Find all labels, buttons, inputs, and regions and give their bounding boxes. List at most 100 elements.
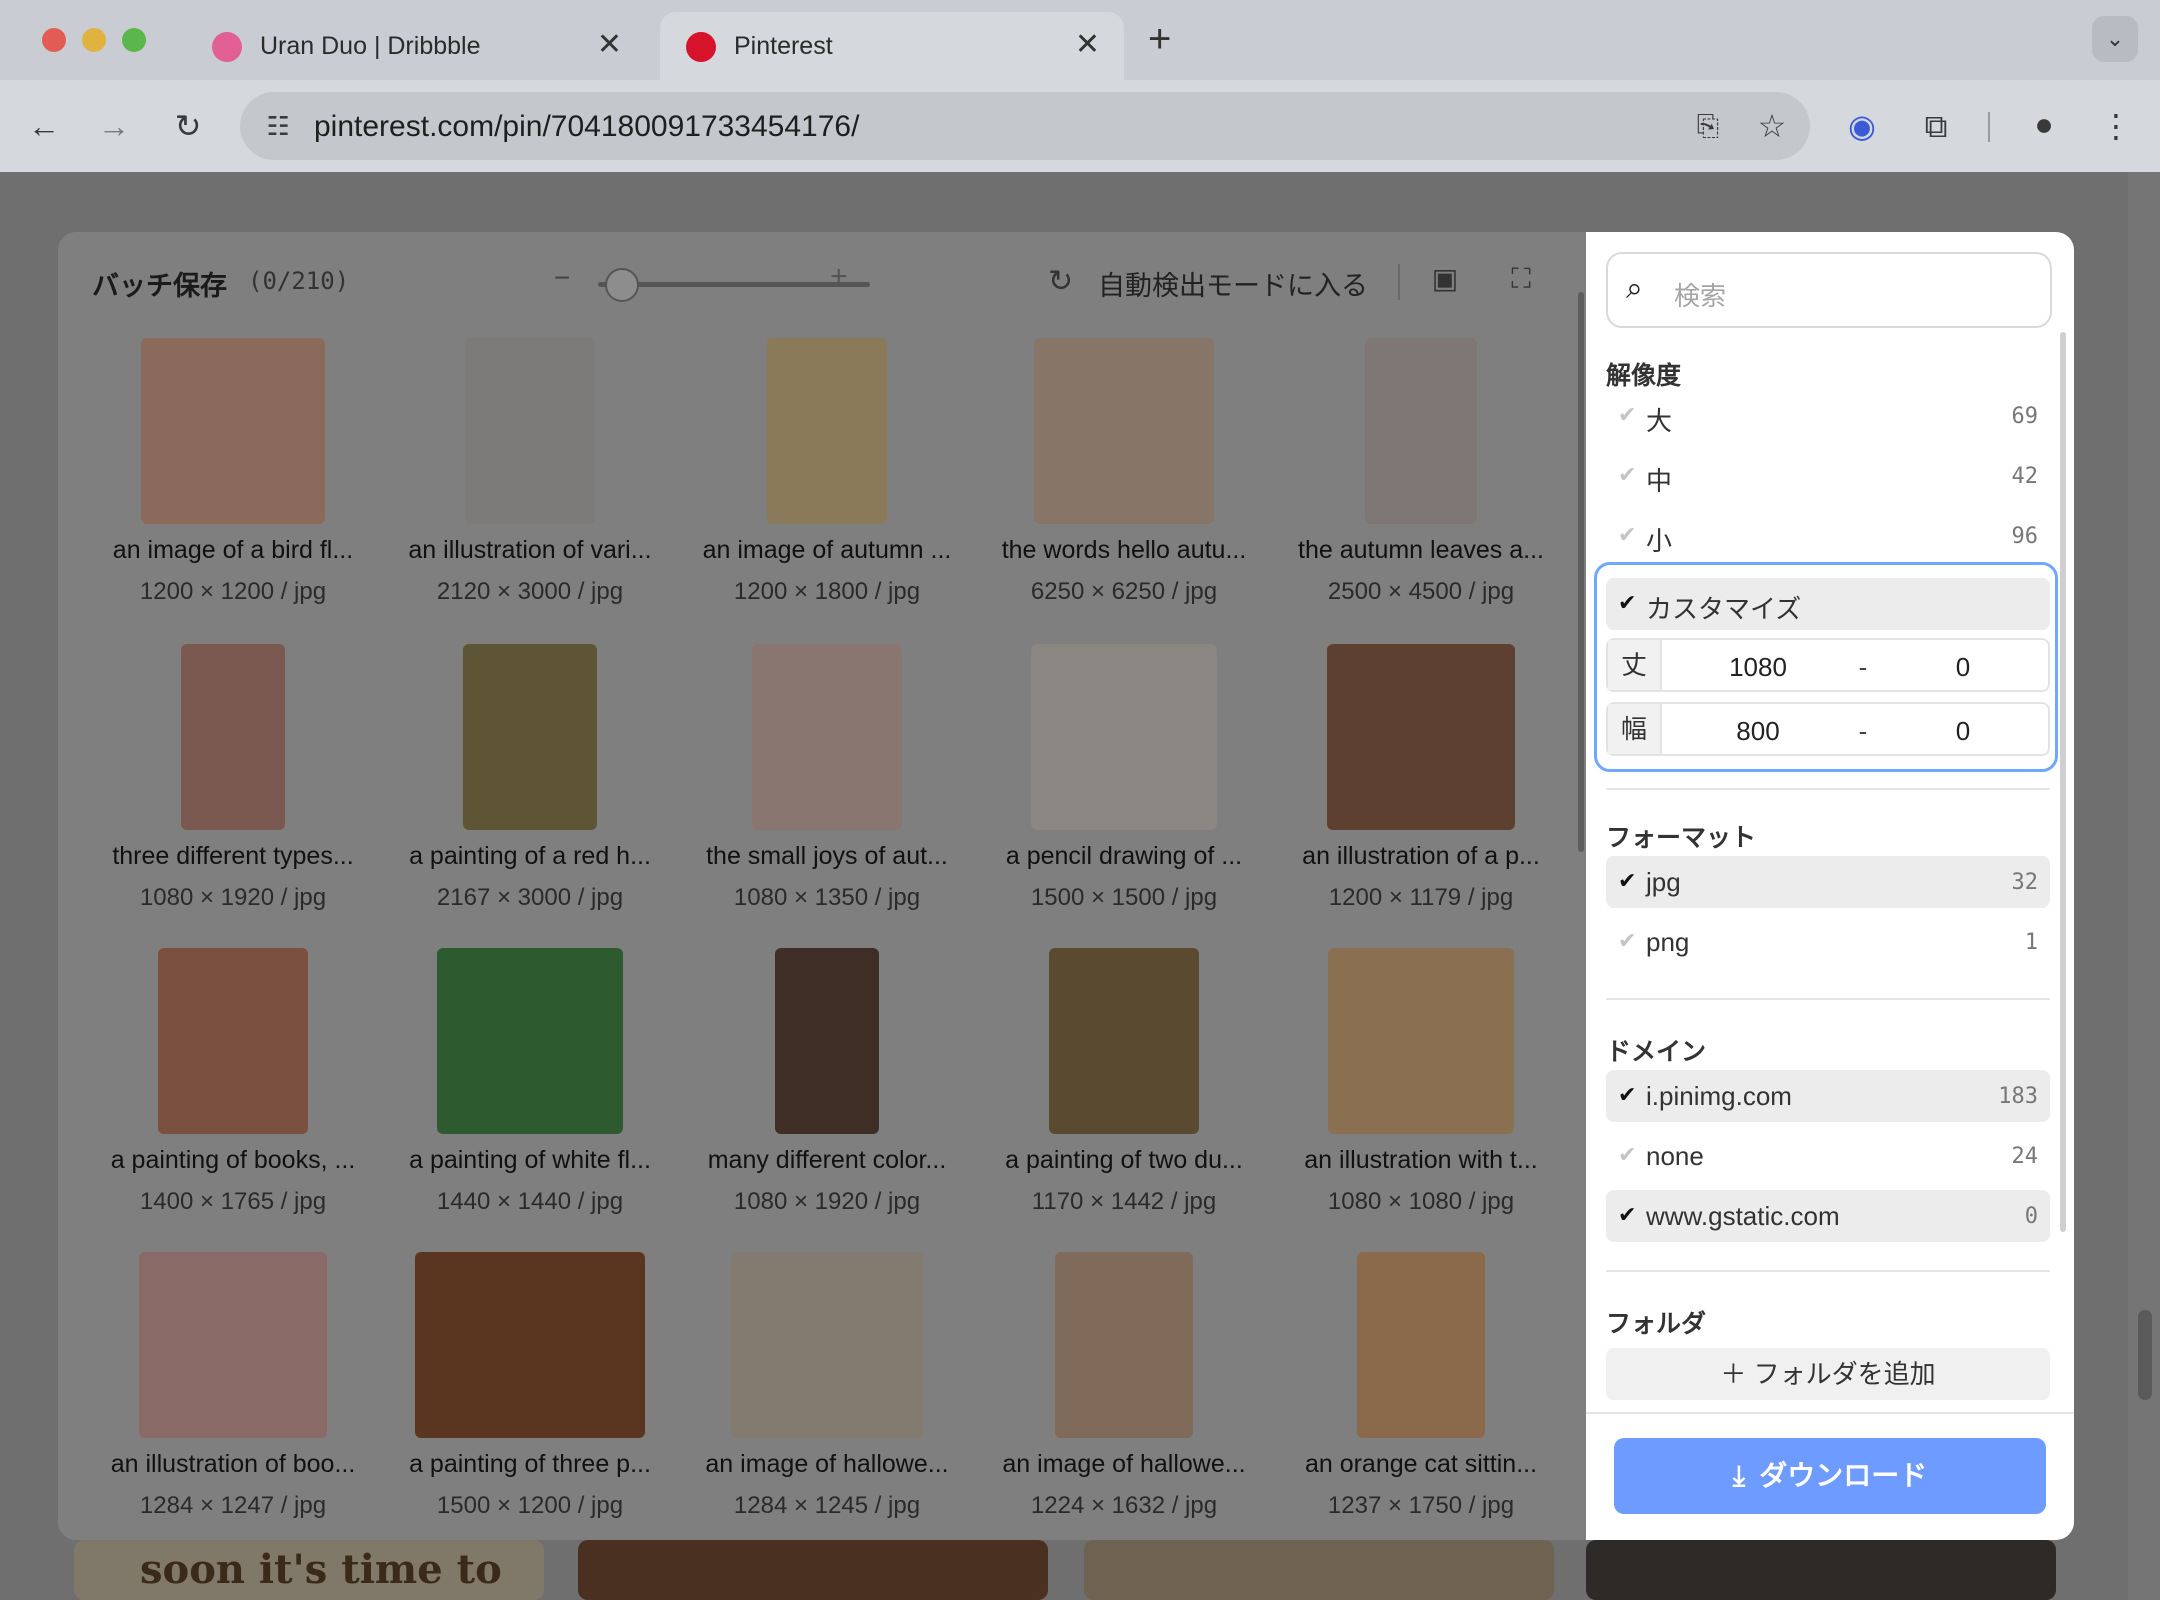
grid-item[interactable]: the small joys of aut... 1080 × 1350 / jp… xyxy=(682,644,972,944)
image-thumbnail[interactable] xyxy=(139,1252,327,1438)
image-thumbnail[interactable] xyxy=(415,1252,645,1438)
grid-item[interactable]: the autumn leaves a... 2500 × 4500 / jpg xyxy=(1276,338,1566,638)
reload-icon[interactable]: ↻ xyxy=(166,106,210,146)
image-caption: three different types... xyxy=(112,842,354,870)
pinterest-icon xyxy=(686,32,716,62)
image-caption: an illustration with t... xyxy=(1304,1146,1538,1174)
extensions-puzzle-icon[interactable]: ⧉ xyxy=(1914,106,1958,146)
grid-item[interactable]: an illustration with t... 1080 × 1080 / j… xyxy=(1276,948,1566,1248)
extension-globe-icon[interactable]: ◉ xyxy=(1840,106,1884,146)
domain-option-none[interactable]: ✔ none 24 xyxy=(1606,1130,2050,1182)
grid-item[interactable]: an orange cat sittin... 1237 × 1750 / jpg xyxy=(1276,1252,1566,1540)
new-tab-button[interactable]: + xyxy=(1148,18,1171,60)
auto-detect-mode-button[interactable]: 自動検出モードに入る xyxy=(1098,264,1368,303)
resolution-option-large[interactable]: ✔ 大 69 xyxy=(1606,390,2050,442)
option-count: 0 xyxy=(2024,1204,2038,1229)
grid-item[interactable]: the words hello autu... 6250 × 6250 / jpg xyxy=(979,338,1269,638)
site-settings-icon[interactable]: ☷ xyxy=(256,106,300,146)
grid-item[interactable]: many different color... 1080 × 1920 / jpg xyxy=(682,948,972,1248)
capture-region-icon[interactable]: ⛶ xyxy=(1504,262,1538,296)
tab-dribbble[interactable]: Uran Duo | Dribbble ✕ xyxy=(186,12,646,80)
height-min-input[interactable]: 1080 xyxy=(1668,652,1848,683)
format-option-png[interactable]: ✔ png 1 xyxy=(1606,916,2050,968)
image-thumbnail[interactable] xyxy=(1031,644,1217,830)
image-thumbnail[interactable] xyxy=(1357,1252,1485,1438)
close-tab-icon[interactable]: ✕ xyxy=(1075,28,1100,62)
download-button[interactable]: ⤓ ダウンロード xyxy=(1614,1438,2046,1514)
grid-item[interactable]: an image of autumn ... 1200 × 1800 / jpg xyxy=(682,338,972,638)
image-thumbnail[interactable] xyxy=(181,644,285,830)
grid-item[interactable]: a painting of two du... 1170 × 1442 / jpg xyxy=(979,948,1269,1248)
image-thumbnail[interactable] xyxy=(1327,644,1515,830)
search-input[interactable]: ⌕ 検索 xyxy=(1606,252,2052,328)
slider-handle[interactable] xyxy=(604,268,639,302)
grid-item[interactable]: an illustration of boo... 1284 × 1247 / j… xyxy=(88,1252,378,1540)
check-icon: ✔ xyxy=(1618,1142,1637,1167)
grid-item[interactable]: an image of hallowe... 1224 × 1632 / jpg xyxy=(979,1252,1269,1540)
page-scrollbar-thumb[interactable] xyxy=(2138,1310,2152,1400)
search-icon: ⌕ xyxy=(1626,272,1643,305)
header-divider xyxy=(1398,264,1400,300)
grid-item[interactable]: a painting of three p... 1500 × 1200 / jp… xyxy=(385,1252,675,1540)
zoom-in-icon[interactable]: + xyxy=(830,260,848,294)
format-option-jpg[interactable]: ✔ jpg 32 xyxy=(1606,856,2050,908)
image-thumbnail[interactable] xyxy=(731,1252,923,1438)
background-pin-card xyxy=(1084,1540,1554,1600)
select-all-square-icon[interactable]: ▣ xyxy=(1428,262,1462,296)
image-thumbnail[interactable] xyxy=(437,948,623,1134)
image-thumbnail[interactable] xyxy=(767,338,887,524)
image-caption: a painting of white fl... xyxy=(409,1146,651,1174)
resolution-option-medium[interactable]: ✔ 中 42 xyxy=(1606,450,2050,502)
folder-section-title: フォルダ xyxy=(1606,1310,1707,1338)
grid-item[interactable]: an illustration of vari... 2120 × 3000 / … xyxy=(385,338,675,638)
tab-pinterest[interactable]: Pinterest ✕ xyxy=(660,12,1124,80)
resolution-option-small[interactable]: ✔ 小 96 xyxy=(1606,510,2050,562)
image-thumbnail[interactable] xyxy=(158,948,308,1134)
grid-item[interactable]: a painting of a red h... 2167 × 3000 / jp… xyxy=(385,644,675,944)
profile-avatar-icon[interactable]: ● xyxy=(2022,104,2066,144)
width-min-input[interactable]: 800 xyxy=(1668,716,1848,747)
image-thumbnail[interactable] xyxy=(752,644,902,830)
address-bar[interactable]: ☷ pinterest.com/pin/704180091733454176/ … xyxy=(240,92,1810,160)
image-thumbnail[interactable] xyxy=(1328,948,1514,1134)
back-arrow-icon[interactable]: ← xyxy=(22,106,66,146)
bookmark-star-icon[interactable]: ☆ xyxy=(1750,106,1794,146)
domain-option-gstatic[interactable]: ✔ www.gstatic.com 0 xyxy=(1606,1190,2050,1242)
close-tab-icon[interactable]: ✕ xyxy=(597,28,622,62)
grid-item[interactable]: a painting of books, ... 1400 × 1765 / jp… xyxy=(88,948,378,1248)
forward-arrow-icon[interactable]: → xyxy=(92,106,136,146)
grid-item[interactable]: an image of a bird fl... 1200 × 1200 / jp… xyxy=(88,338,378,638)
tab-search-chevron-icon[interactable]: ⌄ xyxy=(2092,16,2138,62)
minimize-window-button[interactable] xyxy=(82,28,106,52)
grid-item[interactable]: an illustration of a p... 1200 × 1179 / j… xyxy=(1276,644,1566,944)
domain-option-pinimg[interactable]: ✔ i.pinimg.com 183 xyxy=(1606,1070,2050,1122)
image-thumbnail[interactable] xyxy=(1049,948,1199,1134)
zoom-out-icon[interactable]: − xyxy=(554,262,570,294)
image-caption: a painting of books, ... xyxy=(110,1146,356,1174)
image-thumbnail[interactable] xyxy=(141,338,325,524)
section-divider xyxy=(1606,788,2050,790)
image-thumbnail[interactable] xyxy=(1055,1252,1193,1438)
install-app-icon[interactable]: ⎘ xyxy=(1686,106,1730,146)
image-thumbnail[interactable] xyxy=(465,338,595,524)
grid-item[interactable]: a pencil drawing of ... 1500 × 1500 / jpg xyxy=(979,644,1269,944)
refresh-icon[interactable]: ↻ xyxy=(1048,264,1073,299)
image-thumbnail[interactable] xyxy=(1034,338,1214,524)
zoom-window-button[interactable] xyxy=(122,28,146,52)
domain-section-title: ドメイン xyxy=(1606,1038,1707,1066)
panel-scrollbar[interactable] xyxy=(2060,332,2066,1232)
add-folder-button[interactable]: ＋ フォルダを追加 xyxy=(1606,1348,2050,1400)
grid-item[interactable]: an image of hallowe... 1284 × 1245 / jpg xyxy=(682,1252,972,1540)
more-menu-icon[interactable]: ⋮ xyxy=(2094,106,2138,146)
grid-scrollbar[interactable] xyxy=(1578,292,1584,852)
resolution-option-custom[interactable]: ✔ カスタマイズ xyxy=(1606,578,2050,630)
close-window-button[interactable] xyxy=(42,28,66,52)
image-thumbnail[interactable] xyxy=(775,948,879,1134)
width-max-input[interactable]: 0 xyxy=(1878,716,2048,747)
grid-item[interactable]: three different types... 1080 × 1920 / jp… xyxy=(88,644,378,944)
image-thumbnail[interactable] xyxy=(1365,338,1477,524)
grid-item[interactable]: a painting of white fl... 1440 × 1440 / j… xyxy=(385,948,675,1248)
section-divider xyxy=(1606,998,2050,1000)
image-thumbnail[interactable] xyxy=(463,644,597,830)
height-max-input[interactable]: 0 xyxy=(1878,652,2048,683)
